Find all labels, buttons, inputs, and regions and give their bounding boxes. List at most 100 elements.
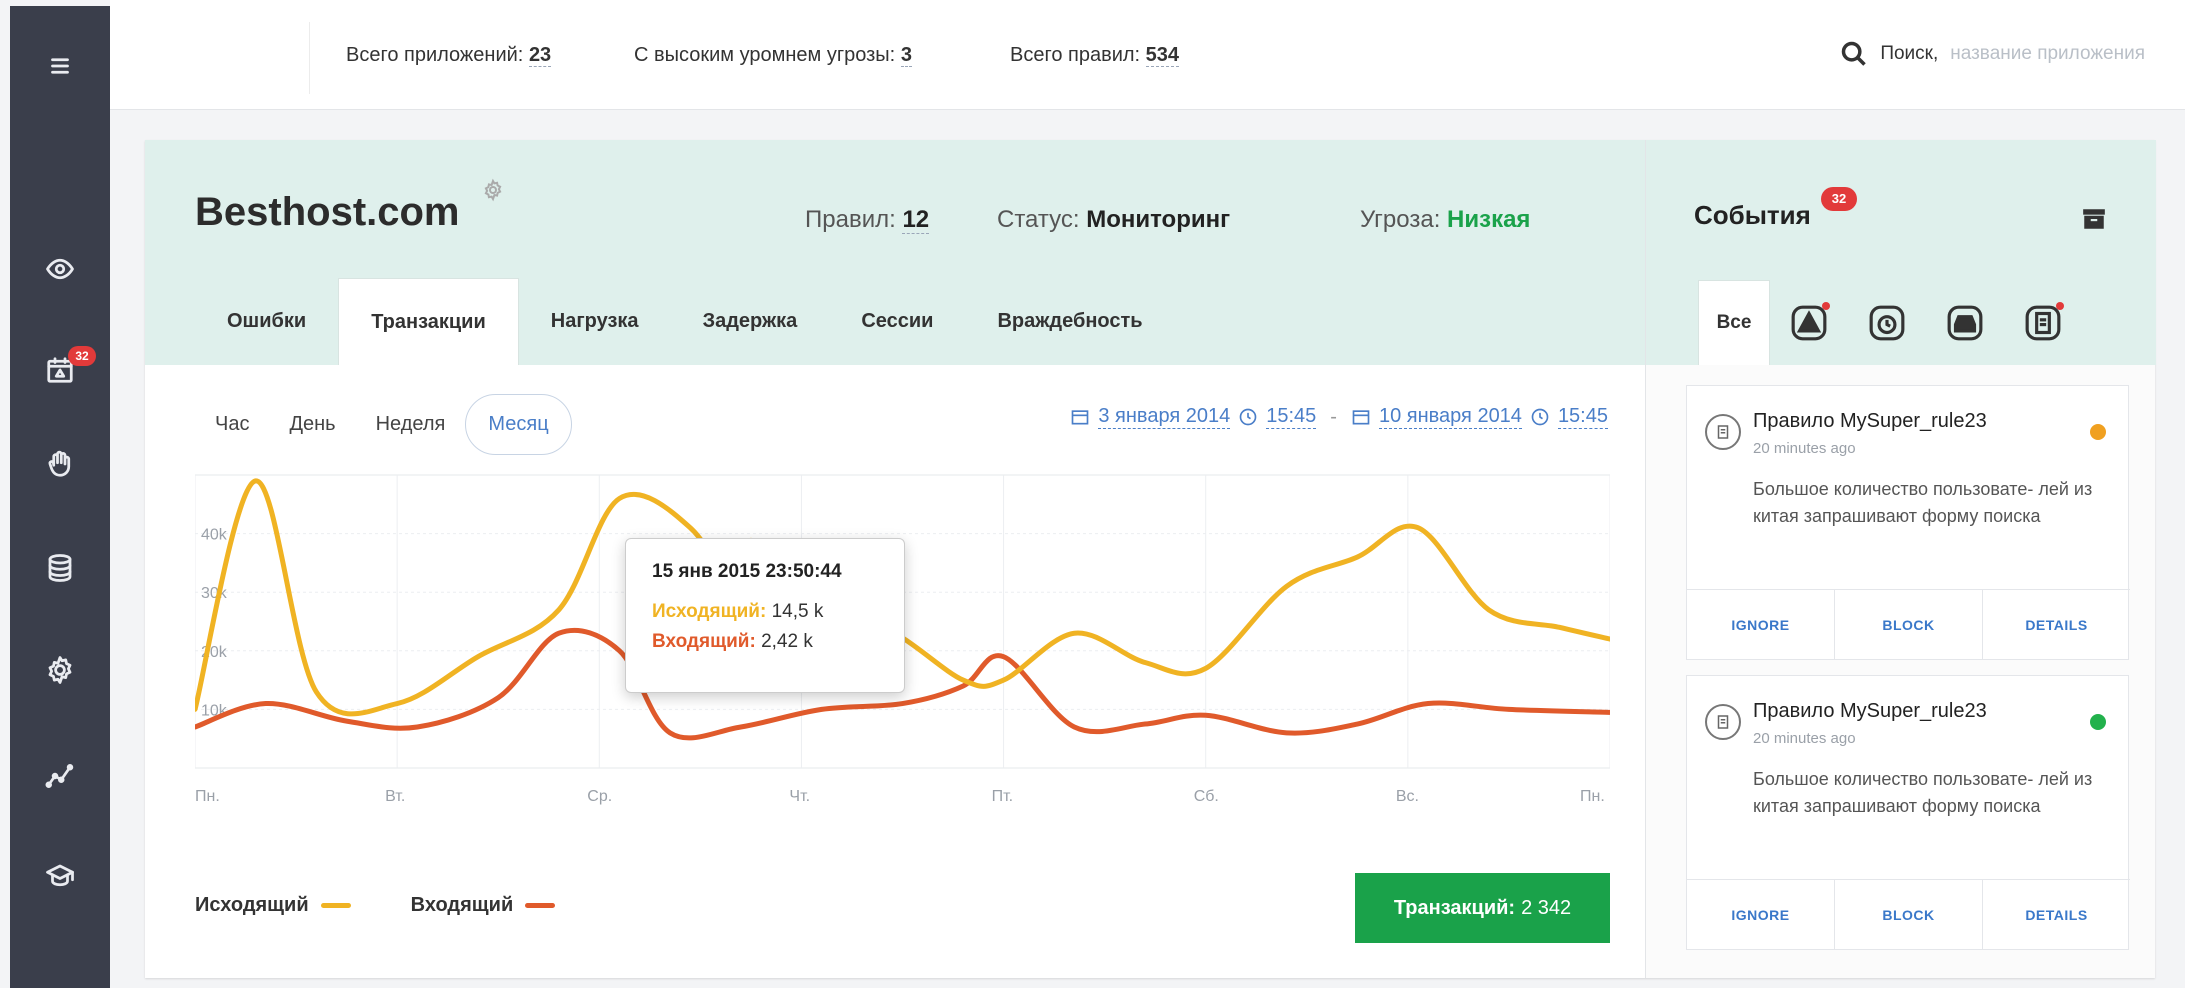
legend-incoming-label: Входящий — [410, 894, 514, 916]
from-time[interactable]: 15:45 — [1266, 405, 1317, 429]
chart-legend: Исходящий Входящий — [195, 894, 556, 917]
sidebar: 32 — [10, 6, 110, 988]
ignore-button[interactable]: IGNORE — [1687, 590, 1834, 659]
total-rules-label: Всего правил: — [1010, 44, 1141, 66]
details-button[interactable]: DETAILS — [1982, 590, 2130, 659]
event-time: 20 minutes ago — [1753, 730, 1856, 747]
range-hour[interactable]: Час — [195, 399, 269, 450]
event-title: Правило MySuper_rule23 — [1753, 700, 1987, 722]
x-tick-label: Вс. — [1396, 788, 1419, 805]
app-main-panel: Besthost.com Правил: 12 Статус: Монитори… — [145, 140, 1645, 978]
status-indicator — [2090, 714, 2106, 730]
to-date[interactable]: 10 января 2014 — [1378, 405, 1522, 429]
clock-icon — [1239, 408, 1257, 426]
database-icon[interactable] — [10, 538, 110, 598]
rule-icon — [1705, 704, 1741, 740]
tab-transactions[interactable]: Транзакции — [338, 278, 519, 365]
status-info: Статус: Мониторинг — [997, 206, 1230, 234]
search-input[interactable]: название приложения — [1950, 43, 2145, 65]
threat-value: Низкая — [1447, 206, 1531, 233]
from-date[interactable]: 3 января 2014 — [1098, 405, 1231, 429]
high-threat-stat: С высоким уромнем угрозы: 3 — [634, 44, 912, 67]
metric-tabs: Ошибки Транзакции Нагрузка Задержка Сесс… — [195, 278, 1175, 365]
archive-icon[interactable] — [2080, 206, 2108, 232]
unread-dot — [1822, 302, 1830, 310]
search-icon[interactable] — [1840, 40, 1868, 68]
rules-value[interactable]: 12 — [902, 206, 930, 234]
x-tick-label: Ср. — [587, 788, 612, 805]
range-month[interactable]: Месяц — [465, 394, 572, 455]
search-label: Поиск, — [1880, 43, 1939, 64]
alarm-icon[interactable] — [1848, 280, 1926, 365]
total-rules-value[interactable]: 534 — [1145, 44, 1180, 67]
calendar-alert-icon[interactable]: 32 — [10, 340, 110, 400]
events-tab-all[interactable]: Все — [1698, 280, 1770, 365]
transactions-value: 2 342 — [1521, 896, 1572, 919]
event-actions: IGNORE BLOCK DETAILS — [1687, 879, 2130, 949]
tooltip-in-row: Входящий: 2,42 k — [652, 631, 878, 653]
calendar-icon — [1352, 410, 1370, 425]
rules-label: Правил: — [805, 206, 896, 233]
events-title: События — [1694, 200, 1811, 230]
range-day[interactable]: День — [269, 399, 355, 450]
event-actions: IGNORE BLOCK DETAILS — [1687, 589, 2130, 659]
event-description: Большое количество пользовате- лей из ки… — [1753, 479, 2093, 526]
eye-icon[interactable] — [10, 239, 110, 299]
warning-icon[interactable] — [1770, 280, 1848, 365]
legend-incoming-swatch — [525, 903, 556, 909]
top-bar: Всего приложений: 23 С высоким уромнем у… — [110, 0, 2185, 110]
rules-count: Правил: 12 — [805, 206, 930, 234]
total-apps-value[interactable]: 23 — [528, 44, 552, 67]
status-value: Мониторинг — [1086, 206, 1231, 233]
events-filter-tabs: Все — [1698, 280, 2082, 365]
app-title: Besthost.com — [195, 190, 460, 234]
event-card: Правило MySuper_rule23 20 minutes ago Бо… — [1686, 385, 2130, 660]
search-box[interactable]: Поиск, название приложения — [1840, 40, 2145, 68]
status-indicator — [2090, 424, 2106, 440]
event-card: Правило MySuper_rule23 20 minutes ago Бо… — [1686, 675, 2130, 950]
calendar-icon — [1072, 410, 1089, 425]
block-button[interactable]: BLOCK — [1834, 880, 1982, 949]
menu-icon[interactable] — [10, 36, 110, 96]
date-separator: - — [1330, 405, 1337, 428]
graduation-cap-icon[interactable] — [10, 846, 110, 906]
threat-info: Угроза: Низкая — [1360, 206, 1530, 234]
total-apps-label: Всего приложений: — [346, 44, 524, 66]
clock-icon — [1531, 408, 1549, 426]
high-threat-value[interactable]: 3 — [900, 44, 912, 67]
range-week[interactable]: Неделя — [356, 399, 466, 450]
inbox-icon[interactable] — [1926, 280, 2004, 365]
transactions-count-button[interactable]: Транзакций: 2 342 — [1355, 873, 1610, 943]
rule-icon — [1705, 414, 1741, 450]
document-icon[interactable] — [2004, 280, 2082, 365]
x-tick-label: Чт. — [789, 788, 810, 805]
analytics-icon[interactable] — [10, 746, 110, 806]
tab-hostility[interactable]: Враждебность — [965, 278, 1174, 365]
threat-label: Угроза: — [1360, 206, 1441, 233]
details-button[interactable]: DETAILS — [1982, 880, 2130, 949]
app-settings-icon[interactable] — [481, 178, 505, 202]
tooltip-in-label: Входящий: — [652, 631, 756, 652]
high-threat-label: С высоким уромнем угрозы: — [634, 44, 896, 66]
to-time[interactable]: 15:45 — [1557, 405, 1608, 429]
y-tick-label: 40k — [201, 527, 228, 544]
time-range-tabs: Час День Неделя Месяц — [195, 394, 572, 455]
x-tick-label: Вт. — [385, 788, 405, 805]
x-tick-label: Сб. — [1194, 788, 1219, 805]
tab-latency[interactable]: Задержка — [671, 278, 830, 365]
date-range: 3 января 2014 15:45 - 10 января 2014 15:… — [1070, 405, 1608, 429]
legend-incoming[interactable]: Входящий — [411, 894, 556, 917]
total-rules-stat: Всего правил: 534 — [1010, 44, 1180, 67]
x-tick-label: Пт. — [992, 788, 1014, 805]
gear-icon[interactable] — [10, 640, 110, 700]
tooltip-out-value: 14,5 k — [771, 601, 824, 622]
events-badge: 32 — [1821, 187, 1857, 211]
hand-icon[interactable] — [10, 434, 110, 494]
block-button[interactable]: BLOCK — [1834, 590, 1982, 659]
event-time: 20 minutes ago — [1753, 440, 1856, 457]
tab-errors[interactable]: Ошибки — [195, 278, 338, 365]
tab-sessions[interactable]: Сессии — [829, 278, 965, 365]
legend-outgoing[interactable]: Исходящий — [195, 894, 351, 917]
ignore-button[interactable]: IGNORE — [1687, 880, 1834, 949]
tab-load[interactable]: Нагрузка — [519, 278, 671, 365]
